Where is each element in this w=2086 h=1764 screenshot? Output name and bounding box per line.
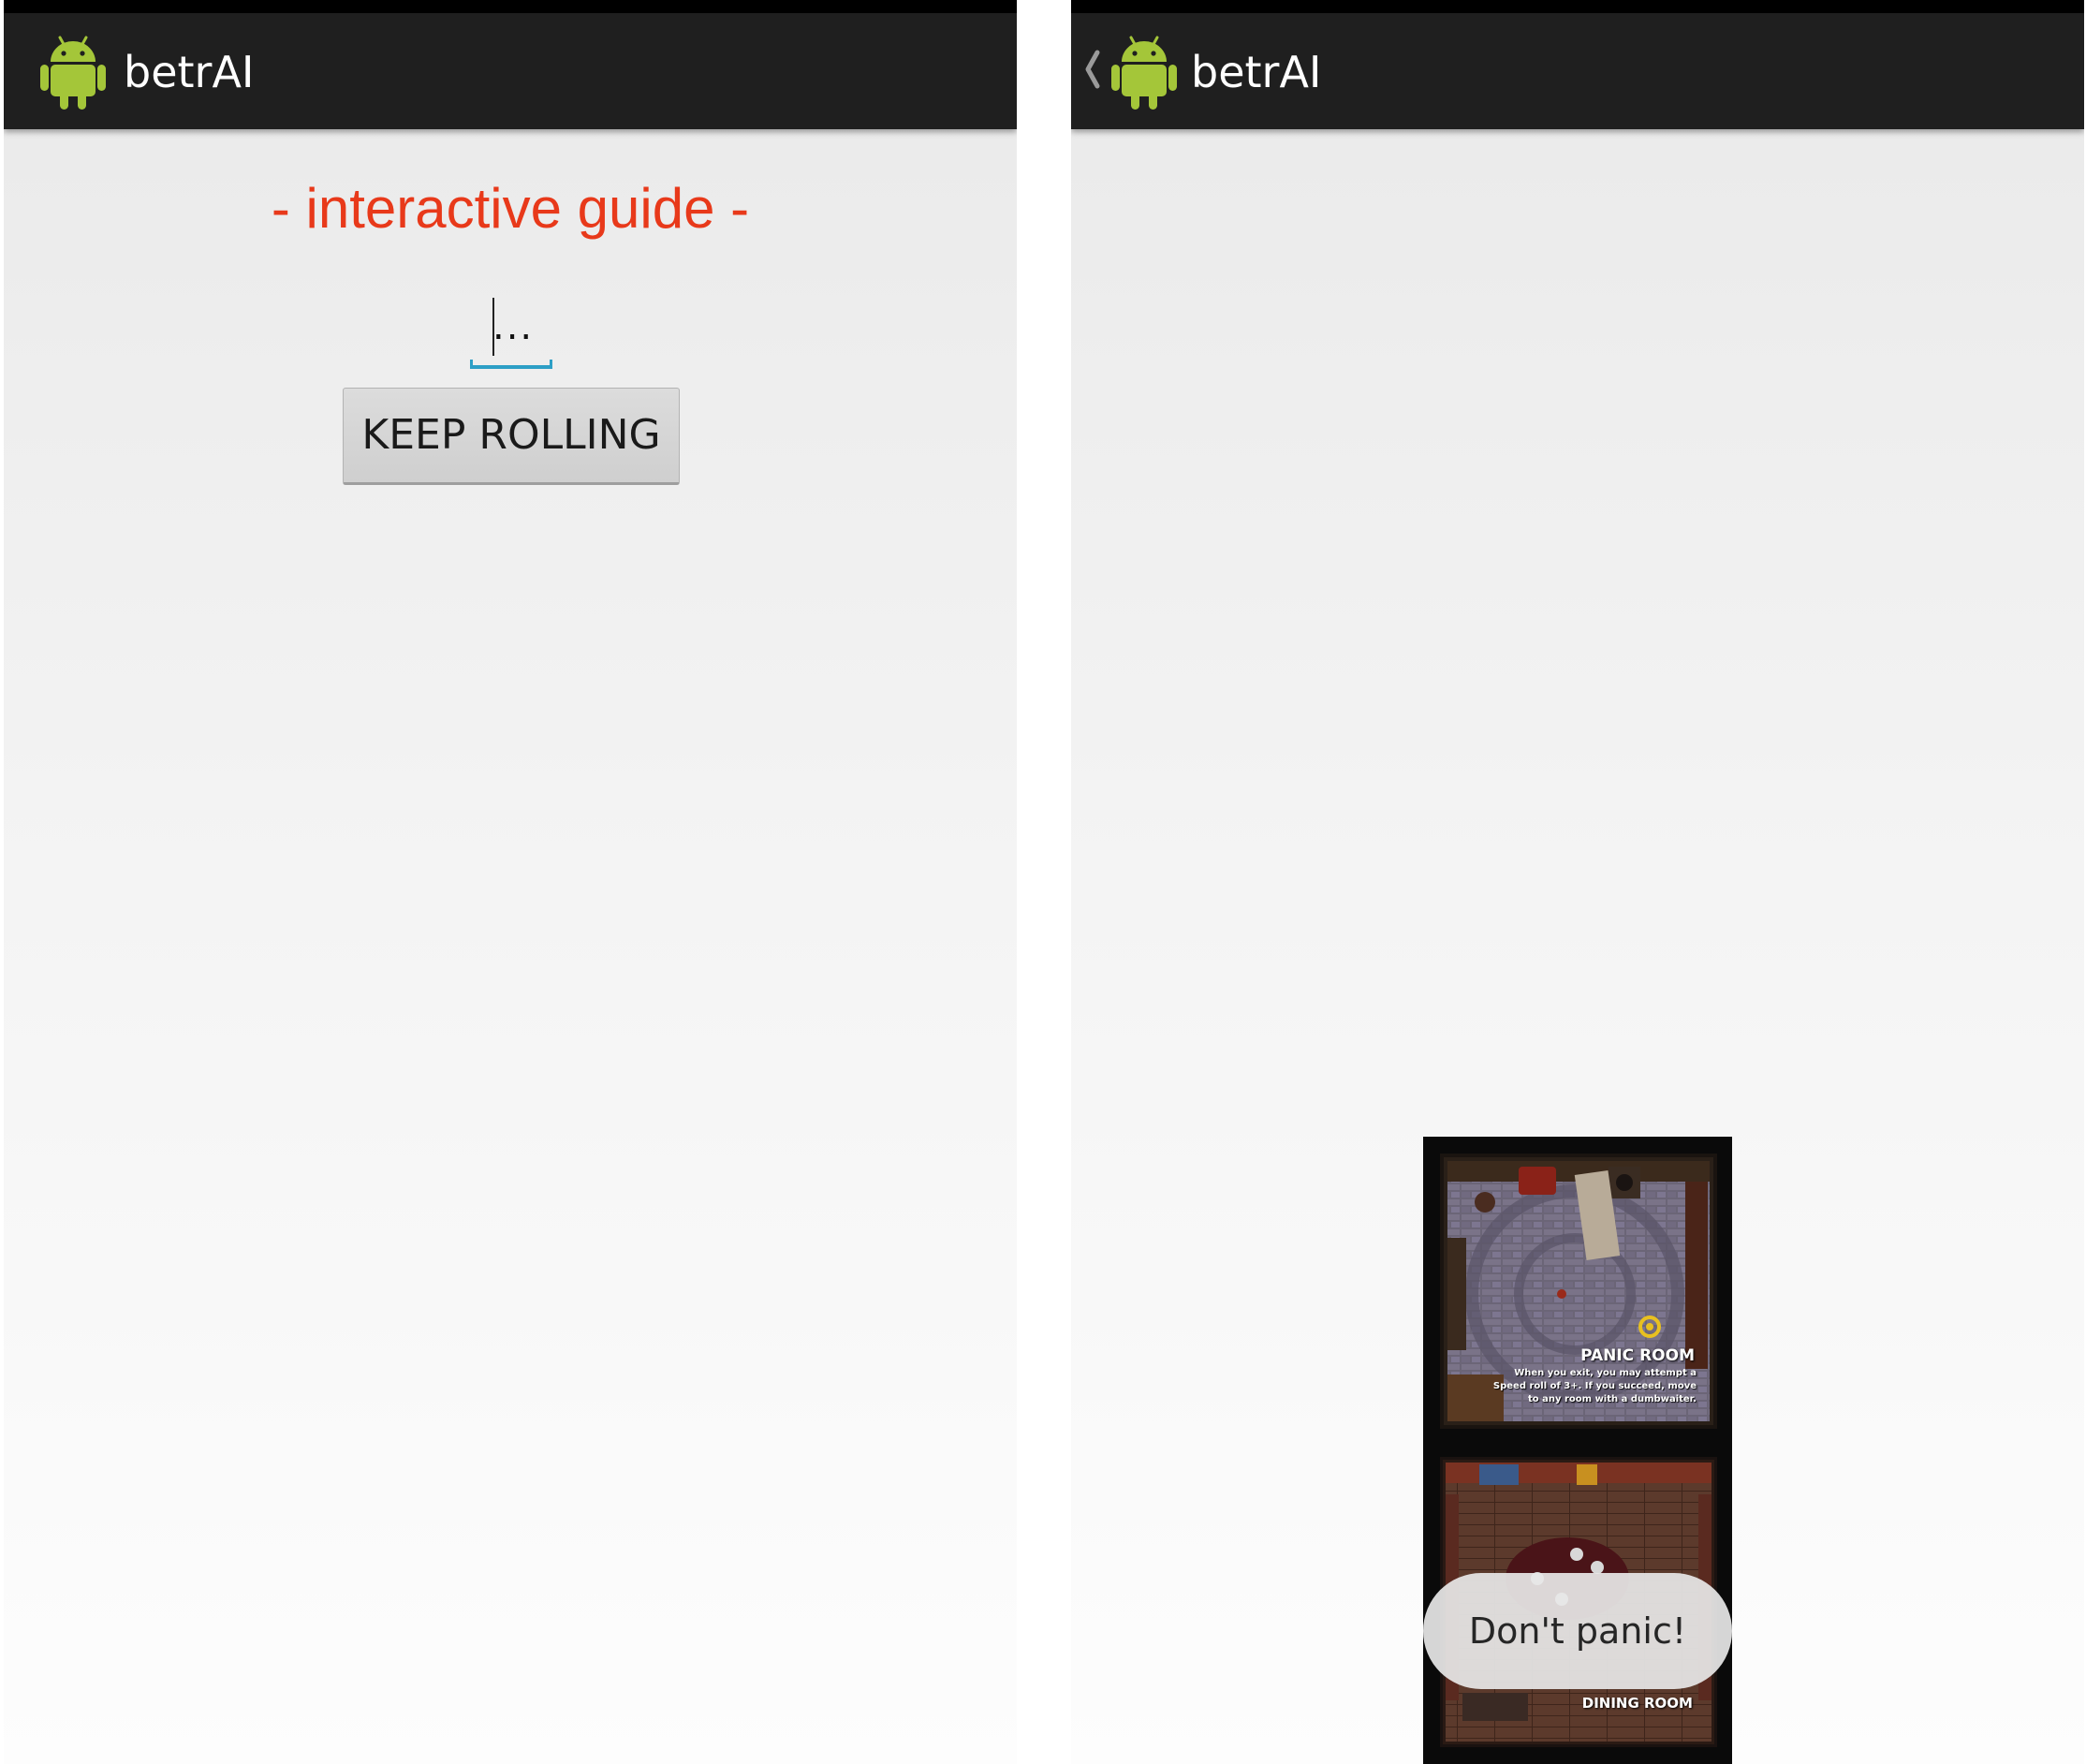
input-underline [470,360,552,369]
keep-rolling-button[interactable]: KEEP ROLLING [343,388,680,485]
roll-input-value: ... [492,305,535,348]
android-robot-icon[interactable] [39,34,107,110]
screen-room-tiles: betrAI PANIC ROOM When you exit, you may… [1071,0,2084,1764]
screen-interactive-guide: betrAI - interactive guide - ... KEEP RO… [4,0,1017,1764]
app-title: betrAI [1191,47,1322,97]
status-bar [4,0,1017,13]
action-bar: betrAI [1071,13,2084,129]
android-robot-icon[interactable] [1110,34,1178,110]
room-tile-panic-room[interactable]: PANIC ROOM When you exit, you may attemp… [1440,1154,1717,1429]
room-rule-text: When you exit, you may attempt a Speed r… [1492,1368,1697,1404]
chevron-left-icon[interactable] [1080,41,1103,97]
app-title: betrAI [124,47,255,97]
page-title: - interactive guide - [271,177,750,240]
toast-message: Don't panic! [1423,1573,1732,1689]
room-name: DINING ROOM [1581,1695,1693,1712]
action-bar: betrAI [4,13,1017,129]
status-bar [1071,0,2084,13]
room-name: PANIC ROOM [1580,1346,1695,1365]
roll-input-field[interactable]: ... [468,298,554,369]
